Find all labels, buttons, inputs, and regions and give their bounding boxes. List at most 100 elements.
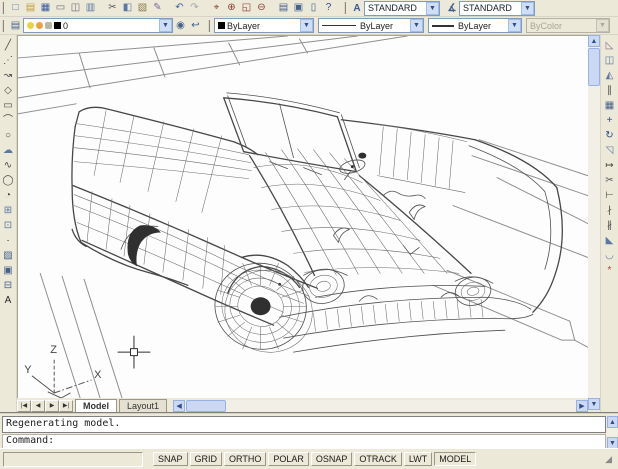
undo-icon[interactable]: ↶ (172, 1, 187, 15)
properties-icon[interactable]: ▤ (276, 1, 291, 15)
toggle-lwt[interactable]: LWT (404, 452, 432, 466)
vertical-scrollbar[interactable]: ▲ ▼ (588, 35, 600, 410)
layer-combo[interactable]: 0 ▼ (23, 18, 173, 33)
zoom-window-icon[interactable]: ◱ (239, 1, 254, 15)
mtext-icon[interactable]: A (1, 293, 16, 308)
make-block-icon[interactable]: ⊡ (1, 218, 16, 233)
vertical-scroll-thumb[interactable] (588, 48, 600, 86)
toggle-polar[interactable]: POLAR (268, 452, 309, 466)
make-layer-current-icon[interactable]: ◉ (173, 19, 188, 33)
chevron-down-icon[interactable]: ▼ (159, 19, 172, 32)
stretch-icon[interactable]: ↦ (602, 158, 617, 173)
revision-cloud-icon[interactable]: ☁ (1, 143, 16, 158)
horizontal-scroll-thumb[interactable] (186, 400, 226, 412)
new-icon[interactable]: □ (8, 1, 23, 15)
copy-icon[interactable]: ◧ (120, 1, 135, 15)
linetype-combo[interactable]: ByLayer ▼ (318, 18, 424, 33)
polygon-icon[interactable]: ◇ (1, 83, 16, 98)
chamfer-icon[interactable]: ◣ (602, 233, 617, 248)
sun-icon[interactable] (36, 22, 43, 29)
status-tray-icon[interactable]: ◢ (605, 454, 612, 465)
command-prompt-input[interactable]: Command: (2, 434, 606, 449)
scroll-left-icon[interactable]: ◀ (173, 400, 185, 412)
help-icon[interactable]: ? (321, 1, 336, 15)
dim-style-combo[interactable]: STANDARD ▼ (459, 1, 535, 16)
ellipse-arc-icon[interactable]: ◔ (1, 188, 16, 203)
array-icon[interactable]: ▦ (602, 98, 617, 113)
fillet-icon[interactable]: ◡ (602, 248, 617, 263)
erase-icon[interactable]: ◺ (602, 38, 617, 53)
move-icon[interactable]: + (602, 113, 617, 128)
toggle-ortho[interactable]: ORTHO (224, 452, 266, 466)
toolbar-grip[interactable] (2, 20, 6, 32)
zoom-previous-icon[interactable]: ⊖ (254, 1, 269, 15)
break-point-icon[interactable]: ∤ (602, 203, 617, 218)
zoom-realtime-icon[interactable]: ⊕ (224, 1, 239, 15)
ellipse-icon[interactable]: ◯ (1, 173, 16, 188)
hatch-icon[interactable]: ▨ (1, 248, 16, 263)
publish-icon[interactable]: ▥ (83, 1, 98, 15)
command-window[interactable]: Regenerating model. Command: ▲ ▼ (0, 412, 618, 448)
horizontal-scrollbar[interactable]: ◀ ▶ (173, 400, 588, 412)
tool-palettes-icon[interactable]: ▯ (306, 1, 321, 15)
region-icon[interactable]: ▣ (1, 263, 16, 278)
toggle-grid[interactable]: GRID (190, 452, 223, 466)
text-style-combo[interactable]: STANDARD ▼ (364, 1, 440, 16)
color-combo[interactable]: ByLayer ▼ (214, 18, 314, 33)
open-icon[interactable]: ▤ (23, 1, 38, 15)
trim-icon[interactable]: ✂ (602, 173, 617, 188)
line-icon[interactable]: ╱ (1, 38, 16, 53)
scroll-right-icon[interactable]: ▶ (576, 400, 588, 412)
tab-nav-prev[interactable]: ◀ (31, 400, 45, 412)
pan-icon[interactable]: ⌖ (209, 1, 224, 15)
command-scrollbar[interactable]: ▲ ▼ (607, 416, 618, 449)
plot-preview-icon[interactable]: ◫ (68, 1, 83, 15)
match-properties-icon[interactable]: ✎ (150, 1, 165, 15)
point-icon[interactable]: · (1, 233, 16, 248)
cut-icon[interactable]: ✂ (105, 1, 120, 15)
paste-icon[interactable]: ▧ (135, 1, 150, 15)
scale-icon[interactable]: ◹ (602, 143, 617, 158)
tab-nav-next[interactable]: ▶ (45, 400, 59, 412)
chevron-down-icon[interactable]: ▼ (300, 19, 313, 32)
designcenter-icon[interactable]: ▣ (291, 1, 306, 15)
toggle-osnap[interactable]: OSNAP (311, 452, 353, 466)
layer-previous-icon[interactable]: ↩ (188, 19, 203, 33)
explode-icon[interactable]: * (602, 263, 617, 278)
tab-layout1[interactable]: Layout1 (119, 399, 167, 412)
rotate-icon[interactable]: ↻ (602, 128, 617, 143)
offset-icon[interactable]: ∥ (602, 83, 617, 98)
insert-block-icon[interactable]: ⊞ (1, 203, 16, 218)
chevron-down-icon[interactable]: ▼ (521, 2, 534, 15)
scroll-down-icon[interactable]: ▼ (588, 398, 600, 410)
toggle-model-space[interactable]: MODEL (434, 452, 476, 466)
polyline-icon[interactable]: ↝ (1, 68, 16, 83)
tab-nav-last[interactable]: ▶| (59, 400, 73, 412)
break-icon[interactable]: ∦ (602, 218, 617, 233)
chevron-down-icon[interactable]: ▼ (426, 2, 439, 15)
copy-object-icon[interactable]: ◫ (602, 53, 617, 68)
layer-manager-icon[interactable]: ▤ (8, 19, 23, 33)
arc-icon[interactable]: ⌒ (1, 113, 16, 128)
toolbar-grip[interactable] (2, 2, 6, 14)
chevron-down-icon[interactable]: ▼ (410, 19, 423, 32)
redo-icon[interactable]: ↷ (187, 1, 202, 15)
plot-icon[interactable]: ▭ (53, 1, 68, 15)
layer-color-swatch[interactable] (54, 22, 61, 29)
command-history[interactable]: Regenerating model. (2, 416, 606, 433)
toolbar-grip[interactable] (208, 20, 212, 32)
scroll-up-icon[interactable]: ▲ (588, 35, 600, 47)
extend-icon[interactable]: ⊢ (602, 188, 617, 203)
lock-icon[interactable] (45, 22, 52, 29)
mirror-icon[interactable]: ◭ (602, 68, 617, 83)
rectangle-icon[interactable]: ▭ (1, 98, 16, 113)
bulb-icon[interactable] (27, 22, 34, 29)
lineweight-combo[interactable]: ByLayer ▼ (428, 18, 522, 33)
tab-nav-first[interactable]: |◀ (17, 400, 31, 412)
model-space-viewport[interactable]: Z Y X (17, 35, 588, 398)
toggle-otrack[interactable]: OTRACK (354, 452, 402, 466)
construction-line-icon[interactable]: ⋰ (1, 53, 16, 68)
save-icon[interactable]: ▦ (38, 1, 53, 15)
table-icon[interactable]: ⊟ (1, 278, 16, 293)
tab-model[interactable]: Model (75, 399, 117, 412)
